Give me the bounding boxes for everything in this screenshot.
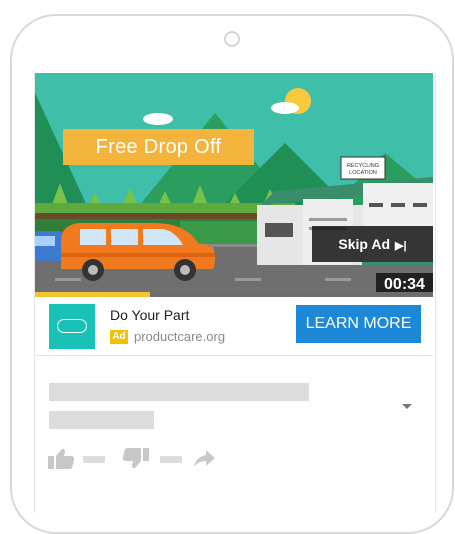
promo-banner: Free Drop Off	[63, 129, 254, 165]
thumbs-down-icon[interactable]	[121, 446, 151, 470]
title-placeholder-line-2	[49, 411, 154, 429]
share-icon[interactable]	[193, 450, 217, 468]
logo-ring-icon	[57, 319, 87, 333]
thumbs-up-icon[interactable]	[48, 447, 78, 471]
ad-info-bar[interactable]: Do Your Part Ad productcare.org LEARN MO…	[35, 297, 433, 356]
title-placeholder-line-1	[49, 383, 309, 401]
learn-more-button[interactable]: LEARN MORE	[296, 305, 421, 343]
skip-ad-button[interactable]: Skip Ad ▶|	[312, 226, 433, 262]
sign-text-1: RECYCLING	[347, 163, 379, 169]
dropdown-caret-icon[interactable]	[402, 404, 412, 409]
video-player[interactable]: RECYCLING LOCATION Free Drop Off Skip Ad…	[35, 73, 433, 297]
video-scene: RECYCLING LOCATION	[35, 73, 433, 297]
ad-url[interactable]: productcare.org	[134, 329, 225, 344]
like-count-placeholder	[83, 456, 105, 463]
camera-icon	[224, 31, 240, 47]
advertiser-logo[interactable]	[49, 304, 95, 349]
sign-text-2: LOCATION	[349, 170, 377, 176]
skip-arrow-icon: ▶|	[395, 240, 407, 252]
dislike-count-placeholder	[160, 456, 182, 463]
skip-ad-label: Skip Ad	[338, 236, 391, 252]
ad-badge: Ad	[110, 330, 128, 344]
ad-title[interactable]: Do Your Part	[110, 307, 189, 323]
